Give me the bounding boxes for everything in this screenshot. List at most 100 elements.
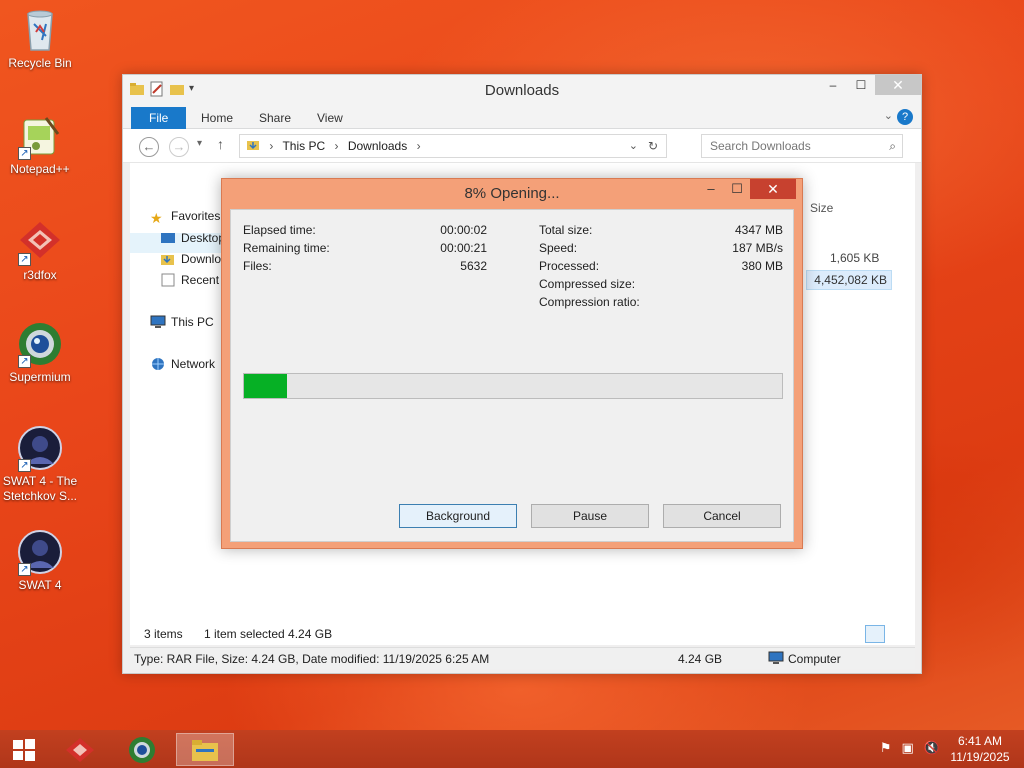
recent-places-icon (160, 273, 176, 287)
progress-bar (243, 373, 783, 399)
compression-ratio-label: Compression ratio: (539, 295, 640, 309)
extraction-dialog: 8% Opening... – ☐ ✕ Elapsed time: 00:00:… (221, 178, 803, 549)
desktop-icon-label: Notepad++ (10, 162, 70, 176)
shortcut-arrow-icon: ↗ (18, 253, 31, 266)
network-icon (150, 357, 166, 371)
nav-item-desktop[interactable]: Desktop (160, 231, 225, 245)
volume-muted-icon[interactable]: 🔇 (924, 740, 940, 756)
large-icons-view-button[interactable] (889, 625, 909, 643)
dialog-window-controls: – ☐ ✕ (698, 179, 796, 199)
windows-logo-icon (13, 738, 35, 761)
address-dropdown-icon[interactable]: ⌄ (629, 135, 638, 157)
desktop-icon-supermium[interactable]: ↗ Supermium (0, 320, 80, 385)
taskbar-r3dfox[interactable] (54, 733, 106, 766)
status-bar: 3 items 1 item selected 4.24 GB (130, 623, 915, 645)
dialog-minimize-button[interactable]: – (698, 179, 724, 199)
remaining-time-value: 00:00:21 (440, 241, 487, 255)
item-count: 3 items (144, 627, 183, 641)
address-input[interactable]: › This PC › Downloads › ⌄ ↻ (239, 134, 667, 158)
r3dfox-icon (66, 737, 94, 762)
desktop-icon-label: Supermium (9, 370, 71, 384)
clock-time: 6:41 AM (957, 734, 1003, 748)
pause-button[interactable]: Pause (531, 504, 649, 528)
elapsed-time-label: Elapsed time: (243, 223, 316, 237)
forward-button[interactable]: → (169, 137, 189, 157)
speed-value: 187 MB/s (732, 241, 783, 255)
desktop-icon-notepadpp[interactable]: ↗ Notepad++ (0, 112, 80, 177)
tab-file[interactable]: File (131, 107, 187, 129)
refresh-icon[interactable]: ↻ (648, 135, 658, 157)
tab-view[interactable]: View (303, 107, 357, 129)
clock[interactable]: 6:41 AM 11/19/2025 (948, 733, 1012, 765)
file-size-cell-selected[interactable]: 4,452,082 KB (806, 270, 892, 290)
recent-locations-icon[interactable]: ▾ (197, 138, 202, 149)
supermium-icon: ↗ (16, 320, 64, 368)
ribbon-expand-icon[interactable]: ⌄ (884, 109, 893, 122)
breadcrumb-this-pc[interactable]: This PC (282, 139, 325, 153)
recycle-bin-icon (16, 6, 64, 54)
breadcrumb-downloads[interactable]: Downloads (348, 139, 407, 153)
speed-label: Speed: (539, 241, 578, 255)
clock-date: 11/19/2025 (950, 750, 1010, 764)
desktop-icon-label: Recycle Bin (8, 56, 72, 70)
close-button[interactable]: ✕ (875, 75, 921, 95)
desktop-icon-label: r3dfox (23, 268, 57, 282)
file-size-cell: 1,605 KB (830, 251, 880, 265)
background-button[interactable]: Background (399, 504, 517, 528)
back-button[interactable]: ← (139, 137, 159, 157)
notepadpp-icon: ↗ (16, 112, 64, 160)
help-icon[interactable]: ? (897, 109, 913, 125)
action-center-flag-icon[interactable]: ⚑ (880, 740, 892, 756)
column-header-size[interactable]: Size (810, 201, 833, 215)
processed-label: Processed: (539, 259, 600, 273)
shortcut-arrow-icon: ↗ (18, 355, 31, 368)
downloads-folder-icon (160, 252, 176, 266)
remaining-time-label: Remaining time: (243, 241, 330, 255)
desktop-icon-swat4-stetchkov[interactable]: ↗ SWAT 4 - The Stetchkov S... (0, 424, 80, 504)
dialog-close-button[interactable]: ✕ (750, 179, 796, 199)
shortcut-arrow-icon: ↗ (18, 459, 31, 472)
nav-item-favorites[interactable]: ★ Favorites (150, 209, 220, 225)
shortcut-arrow-icon: ↗ (18, 563, 31, 576)
compressed-size-label: Compressed size: (539, 277, 636, 291)
tab-home[interactable]: Home (187, 107, 247, 129)
files-value: 5632 (460, 259, 487, 273)
details-view-button[interactable] (865, 625, 885, 643)
search-placeholder: Search Downloads (710, 139, 811, 153)
address-bar-row: ← → ▾ ↑ › This PC › Downloads › ⌄ ↻ Sear… (123, 129, 921, 163)
search-icon[interactable]: ⌕ (889, 135, 896, 157)
nav-item-network[interactable]: Network (150, 357, 215, 371)
start-button[interactable] (0, 733, 48, 766)
view-buttons (865, 625, 909, 643)
window-controls: – ☐ ✕ (819, 75, 921, 95)
taskbar-supermium[interactable] (116, 733, 168, 766)
minimize-button[interactable]: – (819, 75, 847, 95)
total-size-label: Total size: (539, 223, 593, 237)
files-label: Files: (243, 259, 272, 273)
nav-item-this-pc[interactable]: This PC (150, 315, 214, 329)
dialog-body: Elapsed time: 00:00:02 Remaining time: 0… (230, 209, 794, 542)
computer-icon (768, 648, 784, 670)
details-bar: Type: RAR File, Size: 4.24 GB, Date modi… (130, 647, 915, 669)
explorer-titlebar[interactable]: ▾ Downloads – ☐ ✕ (123, 75, 921, 105)
desktop-icon-swat4[interactable]: ↗ SWAT 4 (0, 528, 80, 593)
star-icon: ★ (150, 210, 163, 226)
maximize-button[interactable]: ☐ (847, 75, 875, 95)
desktop-icon-recycle-bin[interactable]: Recycle Bin (0, 6, 80, 71)
network-tray-icon[interactable]: ▣ (902, 740, 914, 756)
tab-share[interactable]: Share (245, 107, 305, 129)
selection-info: 1 item selected 4.24 GB (204, 627, 333, 641)
swat4-icon: ↗ (16, 528, 64, 576)
desktop-icon-label: SWAT 4 - The Stetchkov S... (2, 474, 78, 503)
cancel-button[interactable]: Cancel (663, 504, 781, 528)
up-button[interactable]: ↑ (217, 136, 224, 152)
taskbar: ⚑ ▣ 🔇 6:41 AM 11/19/2025 (0, 730, 1024, 768)
ribbon-tabs: File Home Share View ⌄ ? (123, 105, 921, 129)
desktop-folder-icon (160, 231, 176, 245)
search-input[interactable]: Search Downloads ⌕ (701, 134, 903, 158)
taskbar-file-explorer[interactable] (176, 733, 234, 766)
window-title: Downloads (484, 82, 560, 99)
supermium-icon (129, 736, 155, 763)
desktop-icon-r3dfox[interactable]: ↗ r3dfox (0, 218, 80, 283)
dialog-maximize-button[interactable]: ☐ (724, 179, 750, 199)
